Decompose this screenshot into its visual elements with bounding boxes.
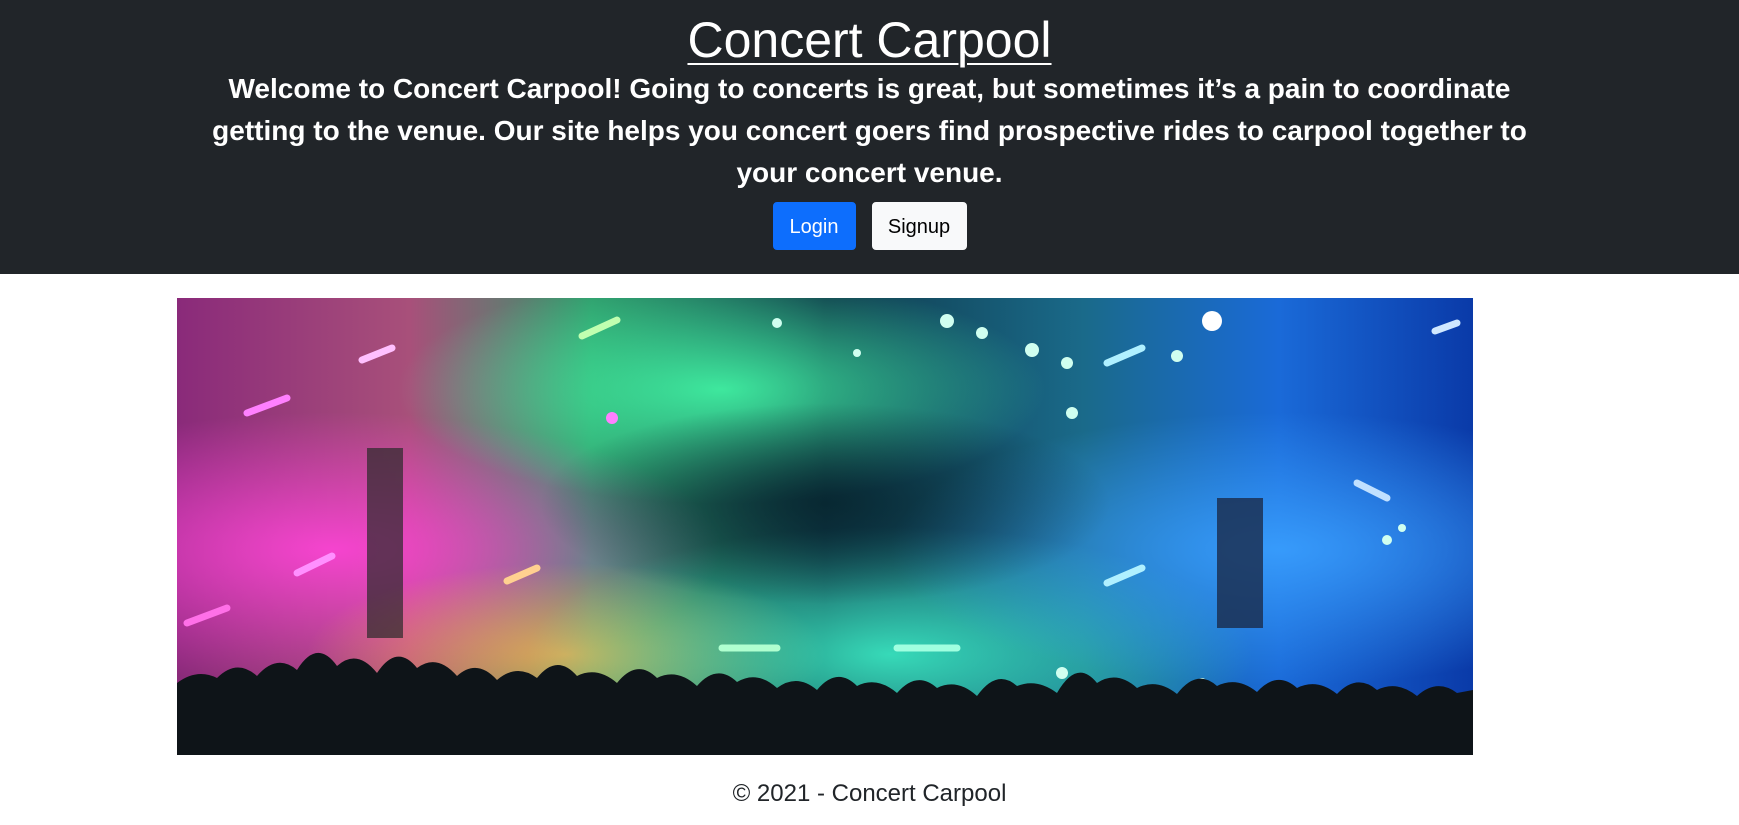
page-footer: © 2021 - Concert Carpool <box>0 774 1739 814</box>
welcome-tagline: Welcome to Concert Carpool! Going to con… <box>212 73 1527 188</box>
site-title-link[interactable]: Concert Carpool <box>687 12 1051 68</box>
concert-stage-illustration <box>177 298 1473 755</box>
auth-buttons: Login Signup <box>0 202 1739 250</box>
signup-button[interactable]: Signup <box>871 202 967 250</box>
copyright-text: © 2021 - Concert Carpool <box>732 780 1007 807</box>
concert-hero-image <box>177 298 1473 755</box>
page-header: Concert Carpool Welcome to Concert Carpo… <box>0 0 1739 274</box>
login-button[interactable]: Login <box>772 202 856 250</box>
site-title: Concert Carpool <box>0 10 1739 70</box>
